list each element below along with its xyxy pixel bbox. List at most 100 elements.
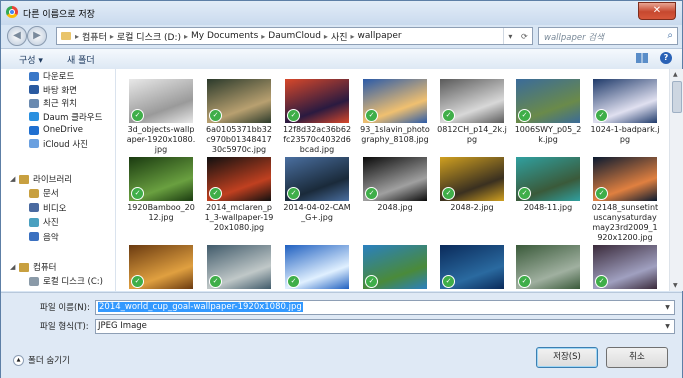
sidebar-computer-header[interactable]: 컴퓨터 [19, 261, 56, 273]
sidebar-item-label: Daum 클라우드 [43, 112, 103, 123]
file-item[interactable]: ✓ [513, 245, 583, 289]
file-item[interactable]: ✓ 6a0105371bb32c970b0134841730c5970c.jpg [204, 79, 274, 155]
file-thumbnail: ✓ [593, 245, 657, 289]
file-item[interactable]: ✓ 2048-11.jpg [513, 157, 583, 213]
sidebar-item-daum-cloud[interactable]: Daum 클라우드 [29, 111, 102, 123]
breadcrumb-daumcloud[interactable]: DaumCloud [265, 31, 324, 41]
save-button[interactable]: 저장(S) [536, 347, 598, 368]
sidebar-item-onedrive[interactable]: OneDrive [29, 124, 83, 136]
sync-check-icon: ✓ [518, 187, 531, 200]
filename-label: 파일 이름(N): [40, 303, 90, 313]
file-item[interactable]: ✓ 1024-1-badpark.jpg [590, 79, 660, 145]
file-thumbnail: ✓ [207, 245, 271, 289]
file-thumbnail: ✓ [285, 157, 349, 201]
scroll-up-icon[interactable]: ▲ [673, 71, 678, 78]
file-item[interactable]: ✓ 2048-2.jpg [437, 157, 507, 213]
sidebar-item-icloud[interactable]: iCloud 사진 [29, 138, 88, 150]
vertical-scrollbar[interactable]: ▲ ▼ [669, 69, 683, 291]
file-item[interactable]: ✓ [282, 245, 352, 289]
address-bar[interactable]: ▸ 컴퓨터 ▸ 로컬 디스크 (D:) ▸ My Documents ▸ Dau… [56, 27, 533, 45]
scroll-down-icon[interactable]: ▼ [673, 282, 678, 289]
new-folder-button[interactable]: 새 폴더 [67, 53, 95, 66]
sidebar-item-music[interactable]: 음악 [29, 231, 59, 243]
sidebar-item-local-disk[interactable]: 로컬 디스크 (C:) [29, 275, 103, 287]
sidebar-item-download-folder[interactable]: 다운로드 [29, 70, 74, 82]
file-name: 02148_sunsetintuscanysaturdaymay23rd2009… [591, 203, 659, 242]
file-item[interactable]: ✓ 1920Bamboo_2012.jpg [126, 157, 196, 223]
file-name: 1006SWY_p05_2k.jpg [514, 125, 582, 144]
sidebar-item-pictures[interactable]: 사진 [29, 216, 59, 228]
address-dropdown-icon[interactable]: ▾ [508, 32, 512, 41]
file-item[interactable]: ✓ [360, 245, 430, 289]
file-name: 2048-2.jpg [450, 203, 494, 212]
expand-arrow-icon[interactable]: ◢ [10, 175, 15, 183]
breadcrumb-local-disk-d[interactable]: 로컬 디스크 (D:) [114, 30, 184, 43]
local-disk-icon [29, 276, 39, 286]
file-item[interactable]: ✓ [437, 245, 507, 289]
file-item[interactable]: ✓ 12f8d32ac36b62fc23570c4032d6bcad.jpg [282, 79, 352, 155]
file-name: 2048-11.jpg [523, 203, 573, 212]
chevron-down-icon[interactable]: ▼ [662, 302, 673, 313]
file-item[interactable]: ✓ [126, 245, 196, 289]
sidebar-item-desktop[interactable]: 바탕 화면 [29, 84, 77, 96]
expand-arrow-icon[interactable]: ◢ [10, 263, 15, 271]
search-input[interactable]: wallpaper 검색 ⌕ [538, 27, 678, 45]
file-thumbnail: ✓ [593, 157, 657, 201]
close-button[interactable]: ✕ [638, 2, 676, 20]
sidebar-item-videos[interactable]: 비디오 [29, 202, 66, 214]
sidebar-item-label: OneDrive [43, 125, 83, 135]
search-icon: ⌕ [667, 30, 673, 41]
sync-check-icon: ✓ [287, 187, 300, 200]
sidebar-libraries-header[interactable]: 라이브러리 [19, 173, 72, 185]
breadcrumb-my-documents[interactable]: My Documents [188, 31, 261, 41]
filename-field[interactable]: 2014_world_cup_goal-wallpaper-1920x1080.… [95, 300, 675, 315]
file-item[interactable]: ✓ 93_1slavin_photography_8108.jpg [360, 79, 430, 145]
file-item[interactable]: ✓ 2048.jpg [360, 157, 430, 213]
sidebar-item-label: 사진 [43, 218, 59, 228]
help-icon[interactable]: ? [660, 52, 672, 64]
file-item[interactable]: ✓ 2014_mclaren_p1_3-wallpaper-1920x1080.j… [204, 157, 274, 233]
breadcrumb-pictures[interactable]: 사진 [328, 30, 351, 43]
chevron-up-icon: ▲ [13, 354, 24, 366]
back-button[interactable]: ◀ [7, 26, 27, 46]
file-thumbnail: ✓ [363, 157, 427, 201]
file-name: 12f8d32ac36b62fc23570c4032d6bcad.jpg [282, 125, 352, 154]
hide-folders-toggle[interactable]: ▲ 폴더 숨기기 [13, 354, 70, 366]
refresh-icon[interactable]: ⟳ [521, 32, 528, 41]
file-thumbnail: ✓ [207, 157, 271, 201]
forward-button[interactable]: ▶ [27, 26, 47, 46]
onedrive-icon [29, 125, 39, 135]
sync-check-icon: ✓ [365, 275, 378, 288]
file-thumbnail: ✓ [516, 245, 580, 289]
navigation-pane: 다운로드바탕 화면 최근 위치 Daum 클라우드 OneDrive iCloud 사진… [1, 69, 116, 291]
filename-value: 2014_world_cup_goal-wallpaper-1920x1080.… [98, 302, 303, 312]
file-list: ✓ 3d_objects-wallpaper-1920x1080.jpg ✓ 6a01… [116, 69, 669, 291]
breadcrumb-wallpaper[interactable]: wallpaper [355, 31, 405, 41]
file-name: 1024-1-badpark.jpg [590, 125, 660, 144]
change-view-icon[interactable] [636, 53, 648, 63]
sync-check-icon: ✓ [287, 109, 300, 122]
file-item[interactable]: ✓ [204, 245, 274, 289]
sync-check-icon: ✓ [595, 109, 608, 122]
file-item[interactable]: ✓ 2014-04-02-CAM_G+.jpg [282, 157, 352, 223]
chevron-down-icon[interactable]: ▼ [662, 321, 673, 332]
filetype-select[interactable]: JPEG Image ▼ [95, 319, 675, 334]
file-item[interactable]: ✓ 3d_objects-wallpaper-1920x1080.jpg [126, 79, 196, 155]
sidebar-libraries-icon [19, 174, 29, 184]
file-item[interactable]: ✓ [590, 245, 660, 289]
file-thumbnail: ✓ [207, 79, 271, 123]
file-item[interactable]: ✓ 0812CH_p14_2k.jpg [437, 79, 507, 145]
sidebar-item-recent-places[interactable]: 최근 위치 [29, 97, 77, 109]
download-folder-icon [29, 71, 39, 81]
sync-check-icon: ✓ [365, 109, 378, 122]
sync-check-icon: ✓ [209, 275, 222, 288]
breadcrumb-computer[interactable]: 컴퓨터 [79, 30, 110, 43]
sidebar-item-label: 바탕 화면 [43, 85, 77, 96]
file-thumbnail: ✓ [129, 79, 193, 123]
organize-button[interactable]: 구성 ▾ [19, 53, 43, 66]
cancel-button[interactable]: 취소 [606, 347, 668, 368]
scrollbar-thumb[interactable] [672, 81, 682, 113]
sidebar-item-documents[interactable]: 문서 [29, 187, 59, 199]
file-item[interactable]: ✓ 1006SWY_p05_2k.jpg [513, 79, 583, 145]
file-item[interactable]: ✓ 02148_sunsetintuscanysaturdaymay23rd200… [590, 157, 660, 243]
